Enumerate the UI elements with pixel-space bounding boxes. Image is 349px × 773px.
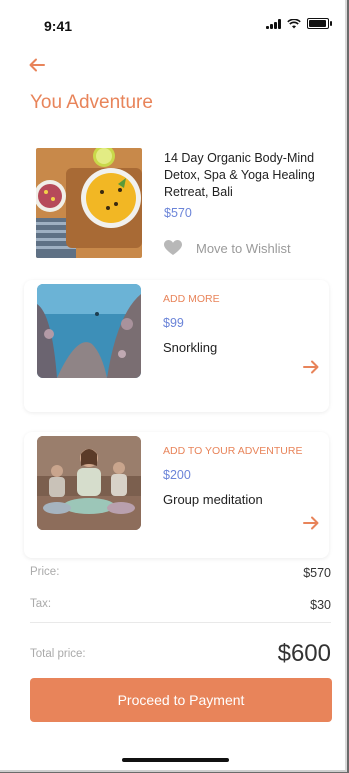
addon-card-snorkling[interactable]: ADD MORE $99 Snorkling bbox=[24, 280, 329, 412]
page-title: You Adventure bbox=[30, 92, 153, 113]
proceed-to-payment-button[interactable]: Proceed to Payment bbox=[30, 678, 332, 722]
price-value: $570 bbox=[303, 566, 331, 580]
addon-price: $99 bbox=[163, 316, 184, 330]
tax-value: $30 bbox=[310, 598, 331, 612]
price-label: Price: bbox=[30, 566, 60, 578]
arrow-right-icon[interactable] bbox=[303, 360, 319, 374]
trip-image bbox=[36, 148, 142, 258]
meditation-image bbox=[37, 436, 141, 530]
home-indicator bbox=[122, 758, 229, 762]
status-time: 9:41 bbox=[44, 18, 73, 34]
move-to-wishlist-button[interactable]: Move to Wishlist bbox=[164, 240, 291, 256]
back-arrow-icon[interactable] bbox=[28, 56, 46, 74]
addon-card-group-meditation[interactable]: ADD TO YOUR ADVENTURE $200 Group meditat… bbox=[24, 432, 329, 558]
addon-price: $200 bbox=[163, 468, 191, 482]
snorkling-image bbox=[37, 284, 141, 378]
wishlist-label: Move to Wishlist bbox=[196, 240, 291, 256]
trip-price: $570 bbox=[164, 206, 192, 220]
divider bbox=[30, 622, 331, 623]
tax-row: Tax: $30 bbox=[30, 598, 331, 612]
addon-tag: ADD MORE bbox=[163, 293, 220, 305]
status-icons bbox=[266, 18, 332, 29]
wifi-icon bbox=[287, 18, 301, 28]
phone-screen: 9:41 You Adventure 14 Day Organic Body-M… bbox=[0, 0, 347, 772]
addon-name: Group meditation bbox=[163, 492, 263, 507]
heart-icon bbox=[164, 240, 182, 255]
signal-icon bbox=[266, 18, 281, 29]
addon-tag: ADD TO YOUR ADVENTURE bbox=[163, 445, 303, 457]
arrow-right-icon[interactable] bbox=[303, 516, 319, 530]
addon-name: Snorkling bbox=[163, 340, 218, 355]
status-bar: 9:41 bbox=[0, 0, 345, 50]
price-row: Price: $570 bbox=[30, 566, 331, 580]
total-value: $600 bbox=[277, 640, 331, 667]
trip-title: 14 Day Organic Body-Mind Detox, Spa & Yo… bbox=[164, 151, 315, 199]
total-label: Total price: bbox=[30, 648, 86, 660]
battery-icon bbox=[307, 18, 332, 29]
tax-label: Tax: bbox=[30, 598, 52, 610]
total-row: Total price: $600 bbox=[30, 640, 331, 668]
